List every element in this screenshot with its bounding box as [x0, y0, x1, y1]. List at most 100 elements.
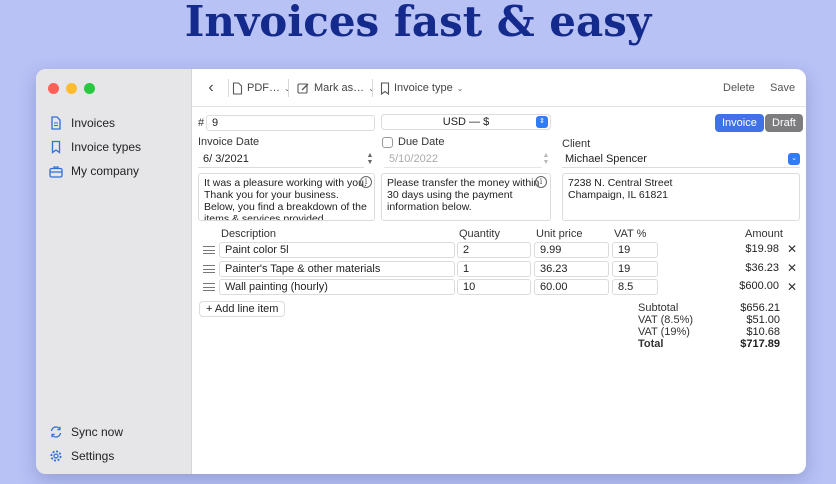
settings-button[interactable]: Settings	[36, 444, 191, 468]
column-header-vat: VAT %	[614, 228, 647, 240]
info-icon[interactable]: i	[360, 176, 372, 188]
due-date-label: Due Date	[398, 136, 445, 148]
sidebar-item-label: My company	[71, 164, 140, 178]
line-unit-price-field[interactable]: 60.00	[534, 279, 609, 295]
column-header-unit-price: Unit price	[536, 228, 583, 240]
pdf-menu-label: PDF…	[247, 82, 280, 94]
info-icon[interactable]: i	[535, 176, 547, 188]
invoice-type-menu-button[interactable]: Invoice type ⌄	[380, 79, 463, 97]
chevron-down-icon: ⌄	[456, 83, 464, 93]
vat1-value: $51.00	[746, 314, 780, 326]
payment-terms-field[interactable]: Please transfer the money within 30 days…	[381, 173, 551, 221]
vat2-value: $10.68	[746, 326, 780, 338]
total-value: $717.89	[740, 338, 780, 350]
toolbar-divider	[288, 79, 289, 97]
line-description-field[interactable]: Paint color 5l	[219, 242, 455, 258]
headline: Invoices fast & easy	[184, 0, 652, 46]
remove-line-icon[interactable]: ✕	[786, 261, 798, 275]
sync-icon	[49, 425, 63, 439]
invoice-date-field[interactable]: 6/ 3/2021	[198, 152, 364, 168]
invoice-number-field[interactable]: 9	[206, 115, 375, 131]
line-amount: $36.23	[745, 262, 779, 274]
sidebar-item-label: Invoice types	[71, 140, 142, 154]
invoice-number-prefix: #	[198, 117, 205, 129]
bookmark-icon	[49, 140, 63, 154]
due-date-field[interactable]: 5/10/2022	[384, 152, 542, 168]
subtotal-label: Subtotal	[638, 302, 679, 314]
sidebar-item-invoice-types[interactable]: Invoice types	[36, 135, 191, 159]
remove-line-icon[interactable]: ✕	[786, 242, 798, 256]
line-quantity-field[interactable]: 1	[457, 261, 531, 277]
plus-icon: +	[206, 303, 215, 315]
mark-as-label: Mark as…	[314, 82, 365, 94]
sidebar-item-label: Invoices	[71, 116, 116, 130]
line-quantity-field[interactable]: 10	[457, 279, 531, 295]
line-unit-price-field[interactable]: 9.99	[534, 242, 609, 258]
line-unit-price-field[interactable]: 36.23	[534, 261, 609, 277]
document-icon	[49, 116, 63, 130]
chevron-down-icon: ⌄	[788, 153, 800, 165]
pdf-menu-button[interactable]: PDF… ⌄	[232, 79, 291, 97]
client-value: Michael Spencer	[565, 153, 647, 165]
line-vat-field[interactable]: 8.5	[612, 279, 658, 295]
line-vat-field[interactable]: 19	[612, 261, 658, 277]
sync-now-button[interactable]: Sync now	[36, 420, 191, 444]
subtotal-value: $656.21	[740, 302, 780, 314]
sidebar: Invoices Invoice types My company Sync n…	[36, 69, 192, 474]
sidebar-footer: Sync now Settings	[36, 420, 191, 468]
vat1-label: VAT (8.5%)	[638, 314, 694, 326]
sidebar-item-label: Settings	[71, 449, 115, 463]
zoom-window-button[interactable]	[84, 83, 95, 94]
currency-value: USD — $	[442, 116, 490, 128]
toolbar: ‹ PDF… ⌄ Mark as… ⌄ Invoice type ⌄ Delet…	[192, 69, 806, 107]
drag-handle-icon[interactable]	[203, 246, 215, 254]
chevron-left-icon: ‹	[208, 79, 214, 96]
line-vat-field[interactable]: 19	[612, 242, 658, 258]
column-header-quantity: Quantity	[459, 228, 500, 240]
column-header-amount: Amount	[745, 228, 783, 240]
save-button[interactable]: Save	[764, 78, 801, 98]
line-description-field[interactable]: Wall painting (hourly)	[219, 279, 455, 295]
close-window-button[interactable]	[48, 83, 59, 94]
client-label: Client	[562, 138, 591, 150]
briefcase-icon	[49, 164, 63, 178]
due-date-stepper[interactable]: ▲ ▼	[542, 152, 550, 166]
app-window: Invoices Invoice types My company Sync n…	[36, 69, 806, 474]
pencil-square-icon	[297, 82, 309, 94]
column-header-description: Description	[221, 228, 277, 240]
pdf-document-icon	[232, 81, 243, 95]
window-controls	[48, 83, 95, 94]
invoice-type-label: Invoice type	[394, 82, 453, 94]
due-date-checkbox[interactable]	[382, 137, 393, 148]
invoice-mode-button[interactable]: Invoice	[715, 114, 764, 132]
intro-text-field[interactable]: It was a pleasure working with you. Than…	[198, 173, 375, 221]
toolbar-divider	[372, 79, 373, 97]
vat2-label: VAT (19%)	[638, 326, 690, 338]
minimize-window-button[interactable]	[66, 83, 77, 94]
line-amount: $19.98	[745, 243, 779, 255]
remove-line-icon[interactable]: ✕	[786, 280, 798, 294]
drag-handle-icon[interactable]	[203, 265, 215, 273]
currency-select[interactable]: USD — $ ⇕	[381, 114, 551, 130]
sidebar-nav: Invoices Invoice types My company	[36, 111, 191, 183]
line-quantity-field[interactable]: 2	[457, 242, 531, 258]
bookmark-icon	[380, 81, 390, 95]
mark-as-menu-button[interactable]: Mark as… ⌄	[297, 79, 375, 97]
line-description-field[interactable]: Painter's Tape & other materials	[219, 261, 455, 277]
client-select[interactable]: Michael Spencer ⌄	[562, 152, 800, 168]
line-amount: $600.00	[739, 280, 779, 292]
invoice-date-label: Invoice Date	[198, 136, 260, 148]
drag-handle-icon[interactable]	[203, 283, 215, 291]
back-button[interactable]: ‹	[202, 79, 220, 97]
gear-icon	[49, 449, 63, 463]
invoice-editor: ‹ PDF… ⌄ Mark as… ⌄ Invoice type ⌄ Delet…	[192, 69, 806, 474]
invoice-date-stepper[interactable]: ▲ ▼	[366, 152, 374, 166]
toolbar-divider	[228, 79, 229, 97]
add-line-item-button[interactable]: + Add line item	[199, 301, 286, 317]
draft-mode-button[interactable]: Draft	[765, 114, 803, 132]
sidebar-item-invoices[interactable]: Invoices	[36, 111, 191, 135]
up-down-chevron-icon: ⇕	[536, 116, 548, 128]
delete-button[interactable]: Delete	[717, 78, 761, 98]
client-address-field[interactable]: 7238 N. Central Street Champaign, IL 618…	[562, 173, 800, 221]
sidebar-item-my-company[interactable]: My company	[36, 159, 191, 183]
